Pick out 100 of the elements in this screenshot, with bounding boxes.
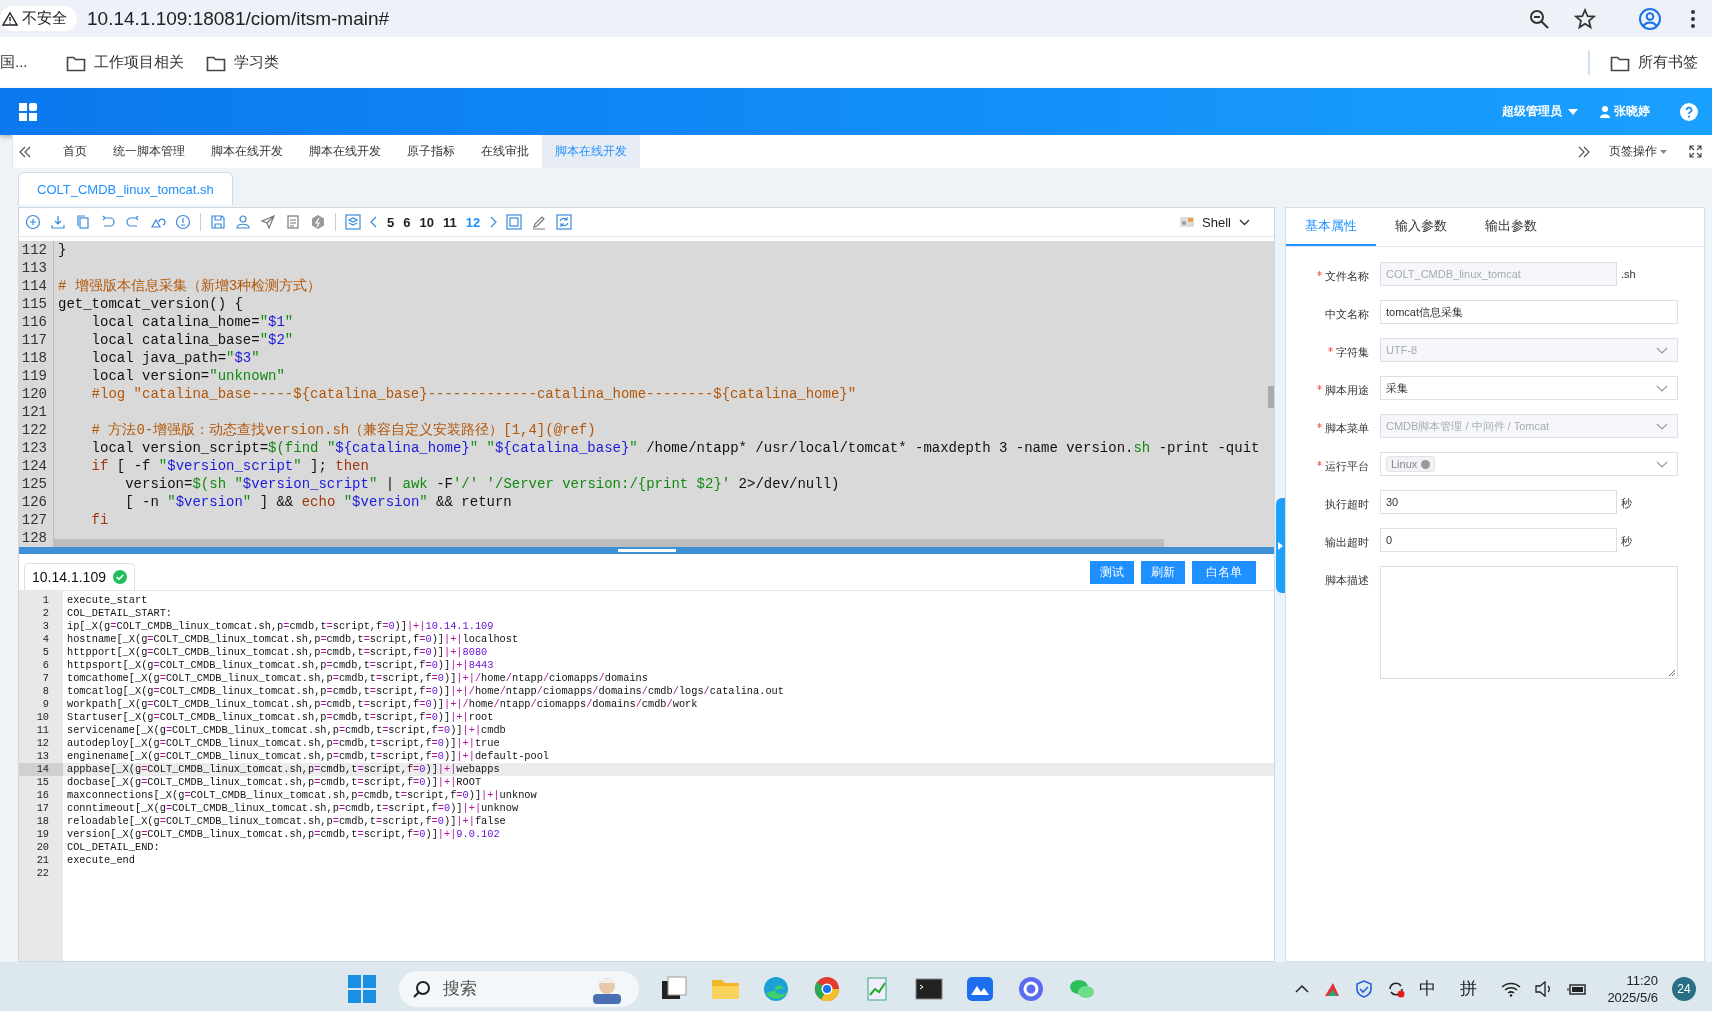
code-line: version=$(sh "$version_script" | awk -F'/' '/Server version:/{print $2}' 2>/dev/null) [124,475,840,493]
copy-icon[interactable] [75,214,91,230]
tab-actions-dropdown[interactable]: 页签操作 [1609,135,1667,168]
line-number: 120 [19,385,54,403]
line-number: 20 [35,841,50,854]
line-number: 121 [19,403,54,421]
language-dropdown[interactable]: Shell [1180,214,1250,230]
output-line: appbase[_X(g=COLT_CMDB_linux_tomcat.sh,p=cmdb,t=script,f=0)]|+|webapps [66,763,500,776]
mountain-app-icon[interactable] [966,974,994,1003]
refresh-icon[interactable] [556,214,573,230]
font-size-option[interactable]: 10 [419,214,434,230]
address-field[interactable]: 10.14.1.109:18081/ciom/itsm-main# [87,7,1516,30]
warning-icon [2,10,18,27]
output-line: version[_X(g=COLT_CMDB_linux_tomcat.sh,p=cmdb,t=script,f=0)]|+|9.0.102 [66,828,500,841]
input-method-indicator[interactable]: 中 [1419,977,1437,1000]
send-icon[interactable] [260,214,276,230]
unit-label: 秒 [1621,496,1632,511]
input-method-indicator[interactable]: 拼 [1460,977,1478,1000]
chevron-up-icon[interactable] [1295,984,1310,993]
host-tab[interactable]: 10.14.1.109 [24,563,135,590]
line-number: 16 [35,789,50,802]
code-line: local catalina_base="$2" [90,331,294,349]
next-icon[interactable] [489,216,498,228]
page-tab[interactable]: 在线审批 [468,135,542,168]
browser-icon[interactable] [762,974,790,1003]
select-field[interactable]: 采集 [1380,376,1678,400]
text-field[interactable]: 30 [1380,490,1617,514]
edit-icon[interactable] [531,214,548,230]
page-tab[interactable]: 首页 [50,135,100,168]
bookmark-item[interactable]: 学习类 [205,53,279,72]
security-chip[interactable]: 不安全 [0,6,77,31]
collapse-handle[interactable] [1276,498,1285,593]
panel-tab[interactable]: 输出参数 [1466,208,1556,246]
bookmark-item[interactable]: 工作项目相关 [65,53,184,72]
select-field: UTF-8 [1380,338,1678,362]
layers-icon[interactable] [345,214,361,230]
save-icon[interactable] [210,214,226,230]
line-number: 19 [35,828,50,841]
font-size-option[interactable]: 5 [387,214,395,230]
page-tab[interactable]: 统一脚本管理 [100,135,198,168]
horizontal-scrollbar[interactable] [53,539,1164,547]
chevron-down-icon [1656,422,1668,430]
bookmark-item[interactable]: 所有书签 [1610,53,1698,72]
line-number: 114 [19,277,54,295]
field-label: 输出超时 [1325,535,1369,550]
sync-icon[interactable] [1387,979,1406,998]
info-icon[interactable] [175,214,191,230]
more-icon[interactable] [1690,8,1696,29]
field-label: 脚本菜单 [1325,421,1369,436]
taskbar-search[interactable]: 搜索 [399,970,639,1007]
line-number: 18 [35,815,50,828]
line-number: 13 [35,750,50,763]
page-tab[interactable]: 脚本在线开发 [296,135,394,168]
ring-app-icon[interactable] [1017,974,1045,1003]
star-icon[interactable] [1574,7,1596,30]
prev-icon[interactable] [370,216,378,228]
line-number: 2 [41,607,50,620]
document-icon[interactable] [285,214,301,230]
font-size-option[interactable]: 11 [442,214,457,230]
search-icon [413,979,431,998]
duplicate-icon[interactable] [506,214,523,230]
script-icon [1180,216,1195,228]
page-tab[interactable]: 脚本在线开发 [198,135,296,168]
font-size-option[interactable]: 6 [403,214,411,230]
hexagon-icon[interactable] [310,214,326,230]
code-line: get_tomcat_version() { [57,295,243,313]
text-field[interactable]: 0 [1380,528,1617,552]
page-tab[interactable]: 原子指标 [394,135,468,168]
resize-grip-icon [1668,669,1675,676]
panel-tab[interactable]: 输入参数 [1376,208,1466,246]
notification-badge[interactable]: 24 [1672,976,1696,1001]
unit-label: 秒 [1621,534,1632,549]
line-number: 8 [41,685,50,698]
zoom-icon[interactable] [1528,7,1550,30]
grid-icon[interactable] [19,102,37,121]
shield-icon[interactable] [1355,979,1374,998]
scroll-right-icon[interactable] [1577,145,1591,158]
undo-icon[interactable] [100,214,116,230]
add-icon[interactable] [25,214,41,230]
textarea-field[interactable] [1380,566,1678,679]
clock[interactable]: 11:20 2025/5/6 [1607,971,1658,1006]
help-icon[interactable] [1680,102,1698,121]
start-icon[interactable] [348,974,376,1003]
line-number: 5 [41,646,50,659]
download-icon[interactable] [50,214,66,230]
text-field[interactable]: tomcat信息采集 [1380,300,1678,324]
text-field: COLT_CMDB_linux_tomcat [1380,262,1617,286]
fullscreen-icon[interactable] [1689,145,1702,158]
bookmark-item[interactable]: 国... [0,53,28,72]
user-icon[interactable] [235,214,251,230]
caret-icon [1660,149,1667,154]
code-editor[interactable] [19,241,1274,547]
profile-icon[interactable] [1638,6,1662,31]
redo-icon[interactable] [125,214,141,230]
vertical-scrollbar[interactable] [1268,386,1274,408]
line-number: 12 [35,737,50,750]
browser-icon[interactable] [813,974,841,1003]
wifi-icon[interactable] [1501,980,1522,997]
scroll-left-icon[interactable] [18,145,32,158]
field-label: 文件名称 [1325,269,1369,284]
